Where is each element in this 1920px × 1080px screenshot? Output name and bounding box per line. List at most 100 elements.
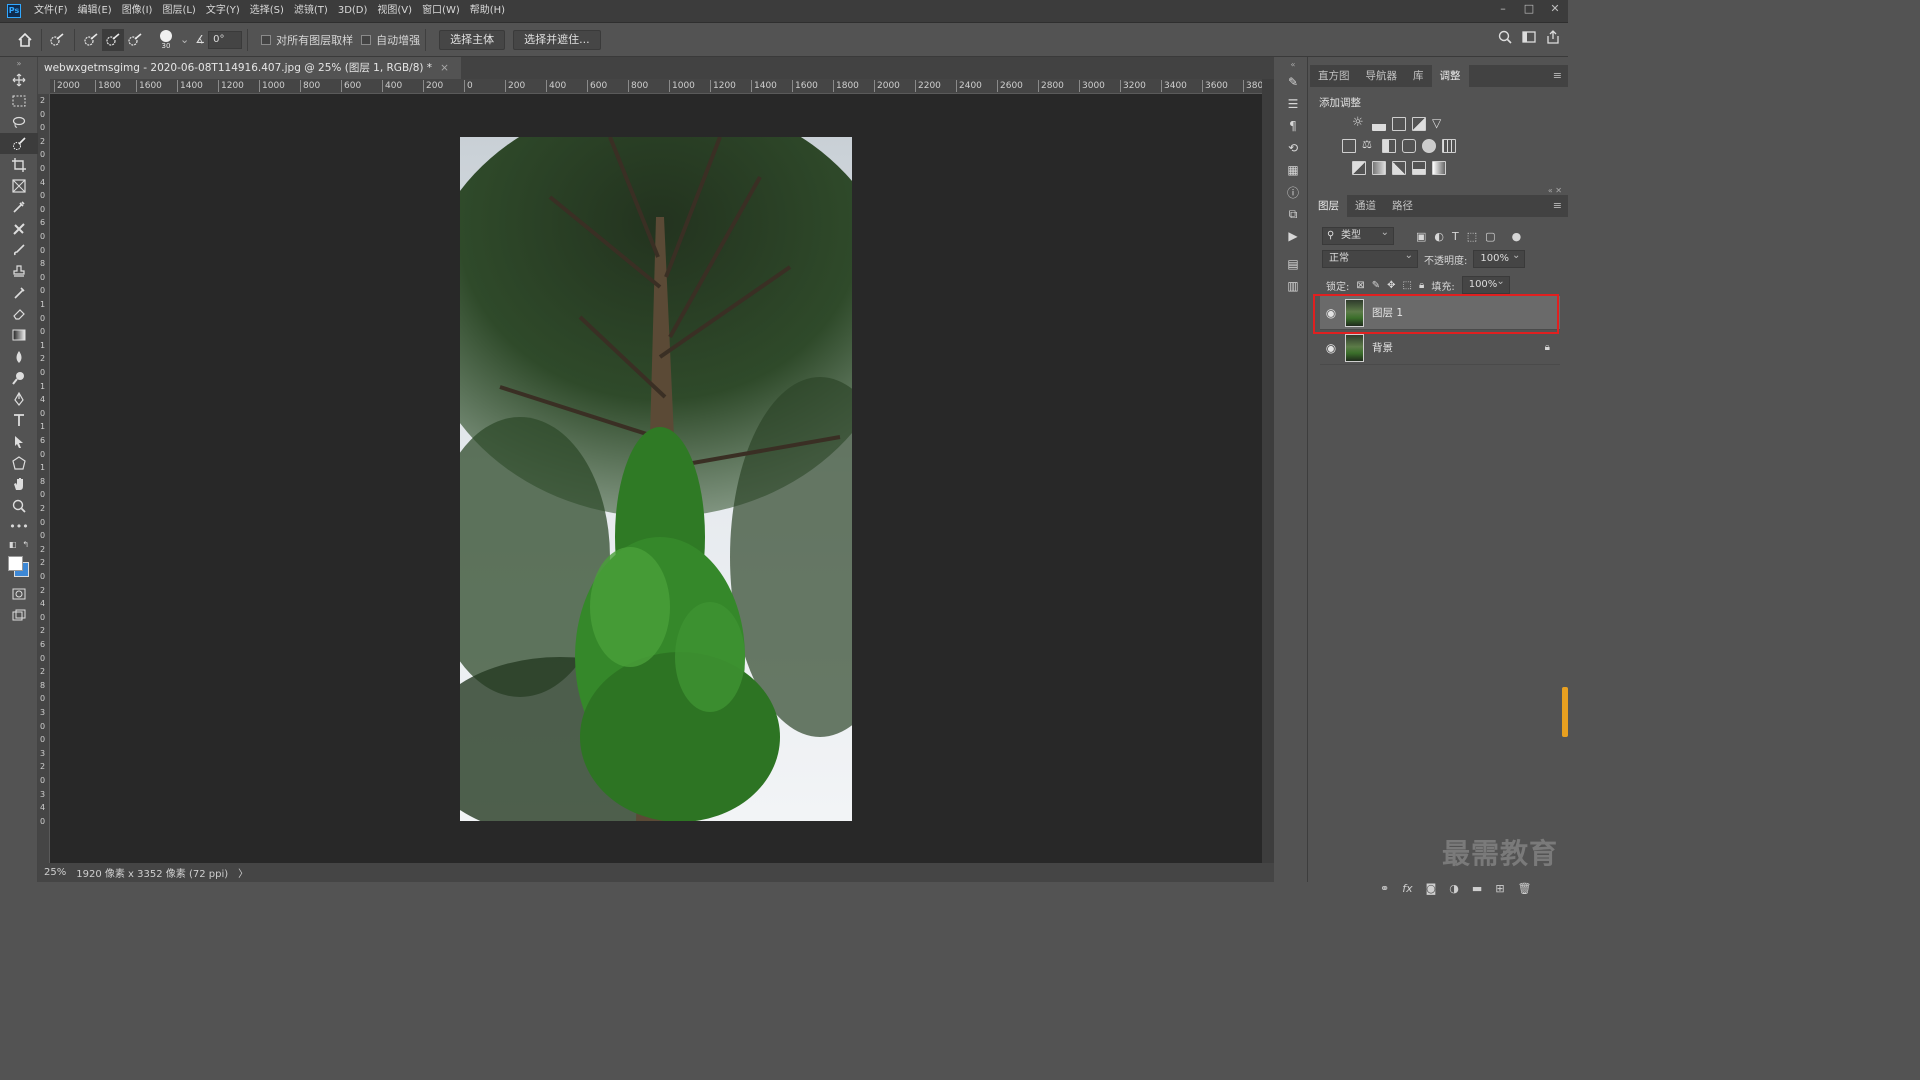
menu-window[interactable]: 窗口(W) bbox=[417, 0, 465, 22]
brightness-icon[interactable]: ☼ bbox=[1352, 116, 1366, 131]
curves-icon[interactable] bbox=[1392, 117, 1406, 131]
close-tab-icon[interactable]: × bbox=[440, 57, 449, 79]
channel-mixer-icon[interactable] bbox=[1422, 139, 1436, 153]
channels-icon[interactable]: ▤ bbox=[1278, 253, 1308, 275]
chevron-down-icon[interactable]: ⌄ bbox=[180, 33, 189, 46]
visibility-eye-icon[interactable]: ◉ bbox=[1320, 341, 1342, 355]
quick-mask-icon[interactable] bbox=[0, 584, 38, 605]
blur-tool-icon[interactable] bbox=[0, 346, 38, 367]
menu-image[interactable]: 图像(I) bbox=[117, 0, 158, 22]
tab-libraries[interactable]: 库 bbox=[1405, 65, 1432, 87]
lock-pixels-icon[interactable]: ✎ bbox=[1372, 280, 1380, 291]
shape-filter-icon[interactable]: ⬚ bbox=[1467, 230, 1477, 243]
layer-filter-select[interactable]: ⚲ 类型 bbox=[1322, 225, 1394, 245]
select-subject-button[interactable]: 选择主体 bbox=[439, 29, 506, 50]
zoom-level[interactable]: 25% bbox=[44, 867, 66, 878]
lasso-tool-icon[interactable] bbox=[0, 112, 38, 133]
black-white-icon[interactable] bbox=[1382, 139, 1396, 153]
collapse-icon[interactable]: » bbox=[0, 57, 38, 69]
selective-color-icon[interactable] bbox=[1432, 161, 1446, 175]
quick-selection-preset-icon[interactable] bbox=[47, 29, 69, 51]
lock-artboard-icon[interactable]: ⬚ bbox=[1403, 280, 1412, 291]
menu-file[interactable]: 文件(F) bbox=[29, 0, 73, 22]
menu-edit[interactable]: 编辑(E) bbox=[73, 0, 117, 22]
notes-icon[interactable]: ▥ bbox=[1278, 275, 1308, 297]
hue-saturation-icon[interactable] bbox=[1342, 139, 1356, 153]
tab-histogram[interactable]: 直方图 bbox=[1310, 65, 1358, 87]
screen-mode-icon[interactable] bbox=[0, 605, 38, 626]
shape-tool-icon[interactable] bbox=[0, 452, 38, 473]
menu-select[interactable]: 选择(S) bbox=[245, 0, 289, 22]
default-colors-icon[interactable]: ◧ bbox=[9, 540, 17, 549]
subtract-from-selection-icon[interactable] bbox=[124, 29, 146, 51]
new-layer-icon[interactable]: ⊞ bbox=[1495, 882, 1504, 895]
collapse-icon[interactable]: « bbox=[1278, 57, 1308, 71]
minimize-button[interactable]: – bbox=[1490, 0, 1516, 18]
info-icon[interactable]: ⓘ bbox=[1278, 181, 1308, 203]
blend-mode-select[interactable]: 正常 bbox=[1322, 248, 1418, 268]
delete-layer-icon[interactable]: 🗑︎ bbox=[1518, 882, 1532, 895]
brush-settings-icon[interactable]: ✎ bbox=[1278, 71, 1308, 93]
swatches-icon[interactable]: ▦ bbox=[1278, 159, 1308, 181]
history-icon[interactable]: ⟲ bbox=[1278, 137, 1308, 159]
select-and-mask-button[interactable]: 选择并遮住... bbox=[513, 29, 601, 50]
character-icon[interactable]: ¶ bbox=[1278, 115, 1308, 137]
menu-layer[interactable]: 图层(L) bbox=[157, 0, 200, 22]
swap-colors-icon[interactable]: ↰ bbox=[22, 540, 29, 549]
threshold-icon[interactable] bbox=[1392, 161, 1406, 175]
tab-adjustments[interactable]: 调整 bbox=[1431, 65, 1469, 87]
eyedropper-tool-icon[interactable] bbox=[0, 197, 38, 218]
home-icon[interactable] bbox=[14, 29, 36, 51]
maximize-button[interactable]: □ bbox=[1516, 0, 1542, 18]
zoom-tool-icon[interactable] bbox=[0, 495, 38, 516]
fill-input[interactable]: 100% bbox=[1461, 274, 1510, 294]
new-adjustment-layer-icon[interactable]: ◑ bbox=[1449, 882, 1459, 895]
new-group-icon[interactable]: ▬ bbox=[1472, 882, 1482, 895]
brush-size-picker[interactable]: 30 bbox=[152, 29, 180, 51]
clone-source-icon[interactable]: ⧉ bbox=[1278, 203, 1308, 225]
tab-navigator[interactable]: 导航器 bbox=[1358, 65, 1406, 87]
share-icon[interactable] bbox=[1546, 30, 1560, 47]
tab-paths[interactable]: 路径 bbox=[1384, 195, 1421, 217]
pen-tool-icon[interactable] bbox=[0, 388, 38, 409]
color-lookup-icon[interactable] bbox=[1442, 139, 1456, 153]
menu-type[interactable]: 文字(Y) bbox=[201, 0, 245, 22]
gradient-map-icon[interactable] bbox=[1412, 161, 1426, 175]
eraser-tool-icon[interactable] bbox=[0, 303, 38, 324]
foreground-color-swatch[interactable] bbox=[8, 555, 23, 571]
panel-scroll-indicator[interactable] bbox=[1562, 687, 1568, 737]
canvas[interactable] bbox=[50, 94, 1262, 863]
workspace-icon[interactable] bbox=[1522, 30, 1536, 47]
type-filter-icon[interactable]: T bbox=[1452, 230, 1459, 243]
path-selection-tool-icon[interactable] bbox=[0, 431, 38, 452]
exposure-icon[interactable] bbox=[1412, 117, 1426, 131]
fx-icon[interactable]: fx bbox=[1402, 882, 1412, 895]
menu-filter[interactable]: 滤镜(T) bbox=[289, 0, 333, 22]
angle-input[interactable]: 0° bbox=[208, 30, 243, 49]
collapse-icon[interactable]: « ✕ bbox=[1548, 186, 1562, 195]
menu-view[interactable]: 视图(V) bbox=[372, 0, 417, 22]
marquee-tool-icon[interactable] bbox=[0, 90, 38, 111]
tab-layers[interactable]: 图层 bbox=[1310, 195, 1347, 217]
pixel-filter-icon[interactable]: ▣ bbox=[1416, 230, 1426, 243]
document-tab[interactable]: webwxgetmsgimg - 2020-06-08T114916.407.j… bbox=[38, 57, 461, 79]
add-to-selection-icon[interactable] bbox=[102, 28, 124, 51]
panel-menu-icon[interactable]: ≡ bbox=[1553, 65, 1562, 87]
actions-play-icon[interactable]: ▶ bbox=[1278, 225, 1308, 247]
link-layers-icon[interactable]: ⚭ bbox=[1380, 882, 1389, 895]
quick-selection-tool-icon[interactable] bbox=[0, 132, 38, 155]
lock-all-icon[interactable]: 🔒︎ bbox=[1419, 280, 1424, 291]
color-balance-icon[interactable]: ⚖ bbox=[1362, 139, 1376, 153]
status-arrow-icon[interactable]: 〉 bbox=[238, 865, 248, 880]
move-tool-icon[interactable] bbox=[0, 69, 38, 90]
new-selection-icon[interactable] bbox=[80, 29, 102, 51]
close-button[interactable]: ✕ bbox=[1542, 0, 1568, 18]
opacity-input[interactable]: 100% bbox=[1473, 248, 1526, 268]
hand-tool-icon[interactable] bbox=[0, 474, 38, 495]
vibrance-icon[interactable]: ▽ bbox=[1432, 117, 1446, 131]
sample-all-layers-checkbox[interactable]: 对所有图层取样 bbox=[261, 32, 353, 48]
gradient-tool-icon[interactable] bbox=[0, 325, 38, 346]
lock-transparent-icon[interactable]: ⊠ bbox=[1356, 280, 1364, 291]
levels-icon[interactable] bbox=[1372, 117, 1386, 131]
auto-enhance-checkbox[interactable]: 自动增强 bbox=[361, 32, 420, 48]
